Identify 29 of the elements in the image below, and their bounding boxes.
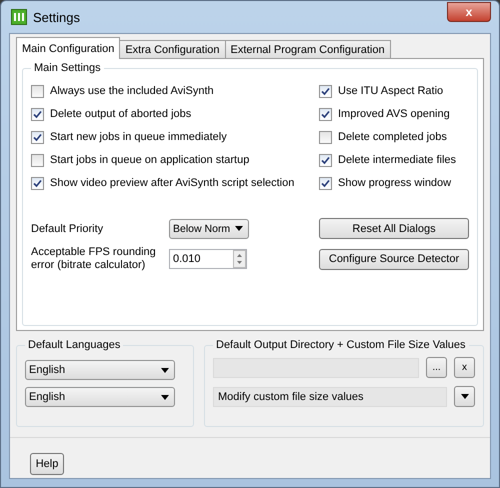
- fps-spin-field[interactable]: 0.010: [169, 249, 247, 269]
- language-dropdown[interactable]: English: [25, 387, 175, 407]
- language-dropdown[interactable]: English: [25, 360, 175, 380]
- checkbox-label: Show video preview after AviSynth script selection: [50, 177, 294, 189]
- group-title: Default Output Directory + Custom File Size Values: [215, 339, 467, 351]
- priority-dropdown[interactable]: Below Norm: [169, 218, 249, 238]
- priority-label: Default Priority: [31, 222, 104, 234]
- group-title: Default Languages: [27, 339, 122, 351]
- checkbox-label: Use ITU Aspect Ratio: [338, 85, 444, 97]
- window-title: Settings: [33, 10, 80, 24]
- checkbox-label: Improved AVS opening: [338, 108, 450, 120]
- reset-dialogs-button[interactable]: Reset All Dialogs: [319, 218, 469, 239]
- checkbox-label: Delete completed jobs: [338, 131, 447, 143]
- configure-detector-button[interactable]: Configure Source Detector: [319, 248, 469, 270]
- checkbox-label: Always use the included AviSynth: [50, 85, 214, 97]
- checkbox-label: Start new jobs in queue immediately: [50, 131, 227, 143]
- tab[interactable]: Main Configuration: [16, 37, 120, 59]
- checkbox-label: Delete output of aborted jobs: [50, 108, 192, 120]
- group-title: Main Settings: [33, 62, 102, 74]
- file-size-field[interactable]: Modify custom file size values: [213, 386, 447, 406]
- tab[interactable]: External Program Configuration: [224, 40, 391, 58]
- help-button[interactable]: Help: [30, 453, 64, 475]
- clear-button[interactable]: x: [454, 357, 475, 378]
- checkbox-label: Delete intermediate files: [338, 154, 456, 166]
- fps-rounding-label: Acceptable FPS rounding error (bitrate calculator): [31, 246, 157, 272]
- browse-button[interactable]: ...: [426, 357, 447, 378]
- checkbox-label: Show progress window: [338, 177, 452, 189]
- checkbox-label: Start jobs in queue on application startup: [50, 154, 250, 166]
- tab[interactable]: Extra Configuration: [119, 40, 226, 58]
